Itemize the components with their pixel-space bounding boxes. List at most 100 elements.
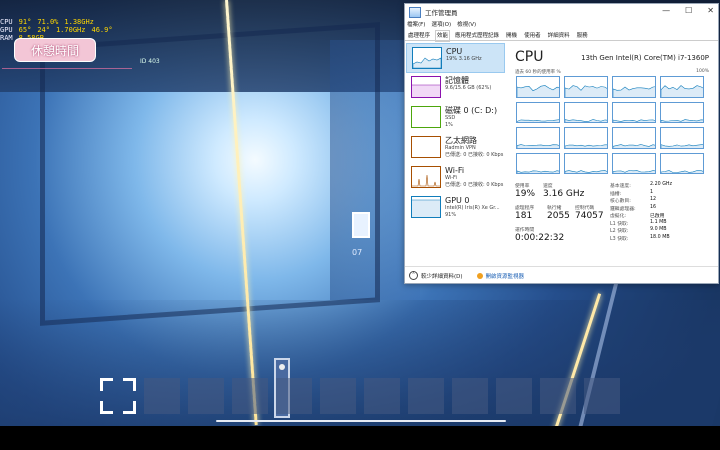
sidebar-text: 乙太網路 Radmin VPN 已傳送: 0 已接收: 0 Kbps	[445, 136, 503, 158]
spec-key: 邏輯處理器:	[610, 206, 636, 212]
logical-processor-graphs	[516, 76, 708, 174]
graph-max: 100%	[696, 69, 709, 74]
stat-uptime: 運作時間 0:00:22:32	[515, 226, 564, 243]
stat-speed: 速度 3.16 GHz	[543, 182, 584, 199]
door-sign	[352, 212, 370, 238]
sidebar-detail: Intel(R) Iris(R) Xe Gr...	[445, 205, 500, 211]
stat-value: 3.16 GHz	[543, 189, 585, 199]
hud-label: RAM	[0, 34, 13, 42]
cpu-model: 13th Gen Intel(R) Core(TM) i7-1360P	[581, 54, 709, 62]
cpu-mini-graph	[412, 47, 442, 69]
sidebar-title: 乙太網路	[445, 136, 477, 145]
hud-divider	[2, 68, 132, 69]
maximize-icon[interactable]: ☐	[685, 6, 692, 15]
sidebar-detail: 9.6/15.6 GB (62%)	[445, 85, 492, 91]
hud-value: 24°	[37, 26, 50, 34]
hotbar-slot[interactable]	[364, 378, 400, 414]
menu-bar: 檔案(F) 選項(O) 檢視(V)	[407, 20, 476, 28]
hotbar-slot[interactable]	[276, 378, 312, 414]
menu-view[interactable]: 檢視(V)	[457, 20, 476, 28]
sidebar-detail: 91%	[445, 211, 457, 218]
hotbar-slot[interactable]	[584, 378, 620, 414]
sidebar-item-cpu[interactable]: CPU 19% 3.16 GHz	[406, 43, 505, 73]
logical-processor-graph	[564, 76, 608, 98]
cpu-specs: 基本速度: 2.20 GHz 插槽: 1 核心數目: 12 邏輯處理器: 16 虛擬化:…	[610, 182, 718, 243]
hotbar-slot[interactable]	[408, 378, 444, 414]
door-sign-text: 07	[352, 248, 363, 257]
minimize-icon[interactable]: —	[662, 6, 670, 15]
sidebar-item-gpu[interactable]: GPU 0 Intel(R) Iris(R) Xe Gr... 91%	[406, 193, 505, 223]
menu-options[interactable]: 選項(O)	[431, 20, 451, 28]
spec-value: 16	[650, 204, 657, 210]
sidebar-title: GPU 0	[445, 196, 470, 205]
less-details-link[interactable]: 較少詳細資料(D)	[421, 272, 463, 280]
hud-row-cpu: CPU 91° 71.0% 1.38GHz	[0, 18, 150, 26]
logical-processor-graph	[612, 152, 656, 174]
hotbar-slot[interactable]	[320, 378, 356, 414]
logical-processor-graph	[660, 127, 704, 149]
hotbar-slot[interactable]	[496, 378, 532, 414]
stat-label: 使用率	[515, 184, 530, 189]
hotbar-slot[interactable]	[232, 378, 268, 414]
stat-handles: 控制代碼 74057	[575, 204, 604, 221]
hotbar-slot-selected[interactable]	[100, 378, 136, 414]
menu-file[interactable]: 檔案(F)	[407, 20, 425, 28]
open-resource-monitor-link[interactable]: 開啟資源監視器	[486, 272, 525, 280]
window-title: 工作管理員	[425, 9, 458, 17]
spec-row: 核心數目: 12	[610, 197, 718, 205]
spec-row: L3 快取: 18.0 MB	[610, 235, 718, 243]
hotbar-slot[interactable]	[144, 378, 180, 414]
spec-key: 基本速度:	[610, 184, 631, 189]
stat-value: 74057	[575, 211, 604, 221]
stat-label: 控制代碼	[575, 206, 595, 211]
stat-utilization: 使用率 19%	[515, 182, 535, 199]
hotbar-slot[interactable]	[452, 378, 488, 414]
hud-value: 1.38GHz	[64, 18, 94, 26]
logical-processor-graph	[516, 76, 560, 98]
sidebar-text: GPU 0 Intel(R) Iris(R) Xe Gr... 91%	[445, 196, 500, 218]
sidebar-title: 記憶體	[445, 76, 469, 85]
window-controls: — ☐ ✕	[662, 6, 714, 15]
sidebar-detail: 已傳送: 0 已接收: 0 Kbps	[445, 151, 504, 158]
sidebar-title: Wi-Fi	[445, 166, 465, 175]
spec-key: 虛擬化:	[610, 214, 627, 219]
spec-key: L3 快取:	[610, 236, 629, 242]
panel-heading: CPU	[515, 49, 544, 65]
logical-processor-graph	[612, 101, 656, 123]
hud-value: 1.70GHz	[55, 26, 86, 34]
stat-label: 速度	[543, 184, 553, 189]
disk-mini-graph	[411, 106, 441, 128]
logical-processor-graph	[516, 101, 560, 123]
stat-label: 處理程序	[515, 206, 535, 211]
chevron-up-icon[interactable]: ⌃	[409, 271, 418, 280]
stat-label: 執行緒	[547, 206, 562, 211]
logical-processor-graph	[660, 101, 704, 123]
door-handle-dot	[279, 364, 285, 370]
stat-processes: 處理程序 181	[515, 204, 534, 221]
task-manager-icon	[409, 6, 421, 18]
hotbar	[100, 378, 620, 414]
sidebar-item-disk[interactable]: 磁碟 0 (C: D:) SSD 1%	[406, 103, 505, 133]
spec-value: 1	[650, 189, 654, 195]
sidebar-item-memory[interactable]: 記憶體 9.6/15.6 GB (62%)	[406, 73, 505, 103]
rest-time-button[interactable]: 休憩時間	[14, 38, 96, 62]
logical-processor-graph	[564, 127, 608, 149]
spec-row: 基本速度: 2.20 GHz	[610, 182, 718, 190]
sidebar-item-wifi[interactable]: Wi-Fi Wi-Fi 已傳送: 0 已接收: 0 Kbps	[406, 163, 505, 193]
corner-icon	[123, 401, 136, 414]
hotbar-slot[interactable]	[540, 378, 576, 414]
sidebar-item-ethernet[interactable]: 乙太網路 Radmin VPN 已傳送: 0 已接收: 0 Kbps	[406, 133, 505, 163]
spec-row: 邏輯處理器: 16	[610, 204, 718, 213]
spec-key: L1 快取:	[610, 221, 629, 227]
ethernet-mini-graph	[411, 136, 441, 158]
title-bar[interactable]: 工作管理員 — ☐ ✕	[405, 4, 718, 20]
hotbar-slot[interactable]	[188, 378, 224, 414]
home-indicator[interactable]	[216, 420, 506, 422]
memory-mini-graph	[411, 76, 441, 98]
sidebar-text: 磁碟 0 (C: D:) SSD 1%	[445, 106, 497, 128]
sidebar-title: CPU	[446, 47, 463, 56]
hud-label: CPU	[0, 18, 13, 26]
logical-processor-graph	[564, 152, 608, 174]
close-icon[interactable]: ✕	[707, 6, 714, 15]
spec-value: 1.1 MB	[650, 219, 667, 225]
